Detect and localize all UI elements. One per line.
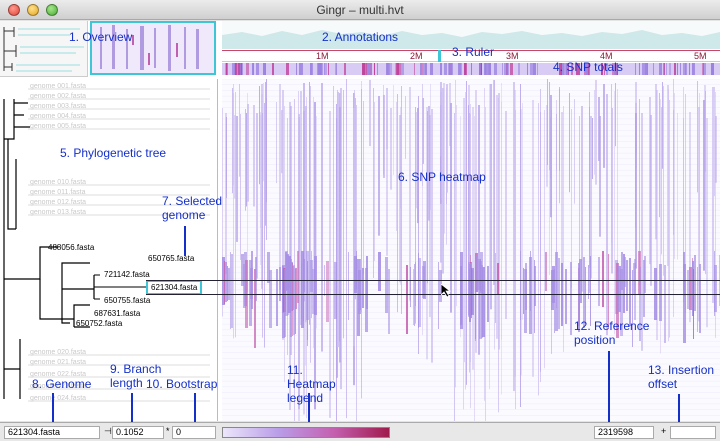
- faded-genome-label[interactable]: genome 020.fasta: [30, 349, 86, 356]
- status-bar: 621304.fasta ⊣ 0.1052 * 0 2319598 +: [0, 422, 720, 441]
- annotation-pointer: [184, 226, 186, 256]
- insertion-offset-icon: +: [661, 426, 667, 436]
- annotation-pointer: [194, 393, 196, 425]
- ruler-tick-2m: 2M: [410, 51, 423, 61]
- selected-genome-label[interactable]: 621304.fasta: [146, 280, 203, 295]
- annotation-pointer: [52, 393, 54, 425]
- branch-length-icon: ⊣: [104, 426, 112, 436]
- faded-genome-label[interactable]: genome 004.fasta: [30, 113, 86, 120]
- faded-genome-label[interactable]: genome 011.fasta: [30, 189, 86, 196]
- faded-genome-label[interactable]: genome 010.fasta: [30, 179, 86, 186]
- ruler-tick-1m: 1M: [316, 51, 329, 61]
- annotation-pointer: [678, 394, 680, 425]
- annotation-heatmap-legend: 11. Heatmap legend: [287, 363, 336, 405]
- annotation-bootstrap: 10. Bootstrap: [146, 377, 218, 391]
- annotation-snp-heatmap: 6. SNP heatmap: [398, 170, 486, 184]
- ruler-tick-3m: 3M: [506, 51, 519, 61]
- snp-totals-track[interactable]: [222, 63, 720, 75]
- genome-name-field[interactable]: 621304.fasta: [4, 426, 100, 439]
- annotation-pointer: [308, 393, 310, 425]
- faded-genome-label[interactable]: genome 002.fasta: [30, 93, 86, 100]
- ruler-tick-5m: 5M: [694, 51, 707, 61]
- annotation-genome: 8. Genome: [32, 377, 92, 391]
- reference-position-field[interactable]: 2319598: [594, 426, 654, 439]
- main-content: 1M 2M 3M 4M 5M genome 001.fasta genome 0…: [0, 21, 720, 421]
- annotation-reference-position: 12. Reference position: [574, 319, 650, 347]
- genome-label-687631[interactable]: 687631.fasta: [94, 309, 140, 318]
- annotation-annotations: 2. Annotations: [322, 30, 399, 44]
- faded-genome-label[interactable]: genome 005.fasta: [30, 123, 86, 130]
- annotation-selected-genome: 7. Selected genome: [162, 194, 223, 222]
- heatmap-legend: [222, 427, 390, 438]
- annotation-phylogenetic-tree: 5. Phylogenetic tree: [60, 146, 167, 160]
- genome-label-650752[interactable]: 650752.fasta: [76, 319, 122, 328]
- genome-label-721142[interactable]: 721142.fasta: [104, 270, 150, 279]
- annotation-pointer: [608, 351, 610, 425]
- faded-genome-label[interactable]: genome 001.fasta: [30, 83, 86, 90]
- faded-genome-label[interactable]: genome 021.fasta: [30, 359, 86, 366]
- ruler-position-marker: [438, 50, 441, 62]
- faded-genome-label[interactable]: genome 003.fasta: [30, 103, 86, 110]
- faded-genome-label[interactable]: genome 013.fasta: [30, 209, 86, 216]
- app-window: Gingr – multi.hvt 1M 2M 3M 4M 5M genome …: [0, 0, 720, 441]
- genome-label-650755[interactable]: 650755.fasta: [104, 296, 150, 305]
- annotation-overview: 1. Overview: [69, 30, 133, 44]
- faded-genome-label[interactable]: genome 024.fasta: [30, 395, 86, 402]
- branch-length-field[interactable]: 0.1052: [112, 426, 164, 439]
- annotation-snp-totals: 4. SNP totals: [553, 60, 623, 74]
- faded-genome-label[interactable]: genome 012.fasta: [30, 199, 86, 206]
- genome-label-650765[interactable]: 650765.fasta: [148, 254, 194, 263]
- bootstrap-field[interactable]: 0: [172, 426, 216, 439]
- annotation-pointer: [131, 393, 133, 425]
- insertion-offset-field[interactable]: [670, 426, 716, 439]
- window-title: Gingr – multi.hvt: [316, 3, 404, 17]
- bootstrap-icon: *: [166, 426, 170, 436]
- annotation-ruler: 3. Ruler: [452, 45, 495, 59]
- annotation-insertion-offset: 13. Insertion offset: [648, 363, 715, 391]
- genome-label-488056[interactable]: 488056.fasta: [48, 243, 94, 252]
- title-bar: Gingr – multi.hvt: [0, 0, 720, 20]
- snp-totals-svg: [222, 63, 720, 75]
